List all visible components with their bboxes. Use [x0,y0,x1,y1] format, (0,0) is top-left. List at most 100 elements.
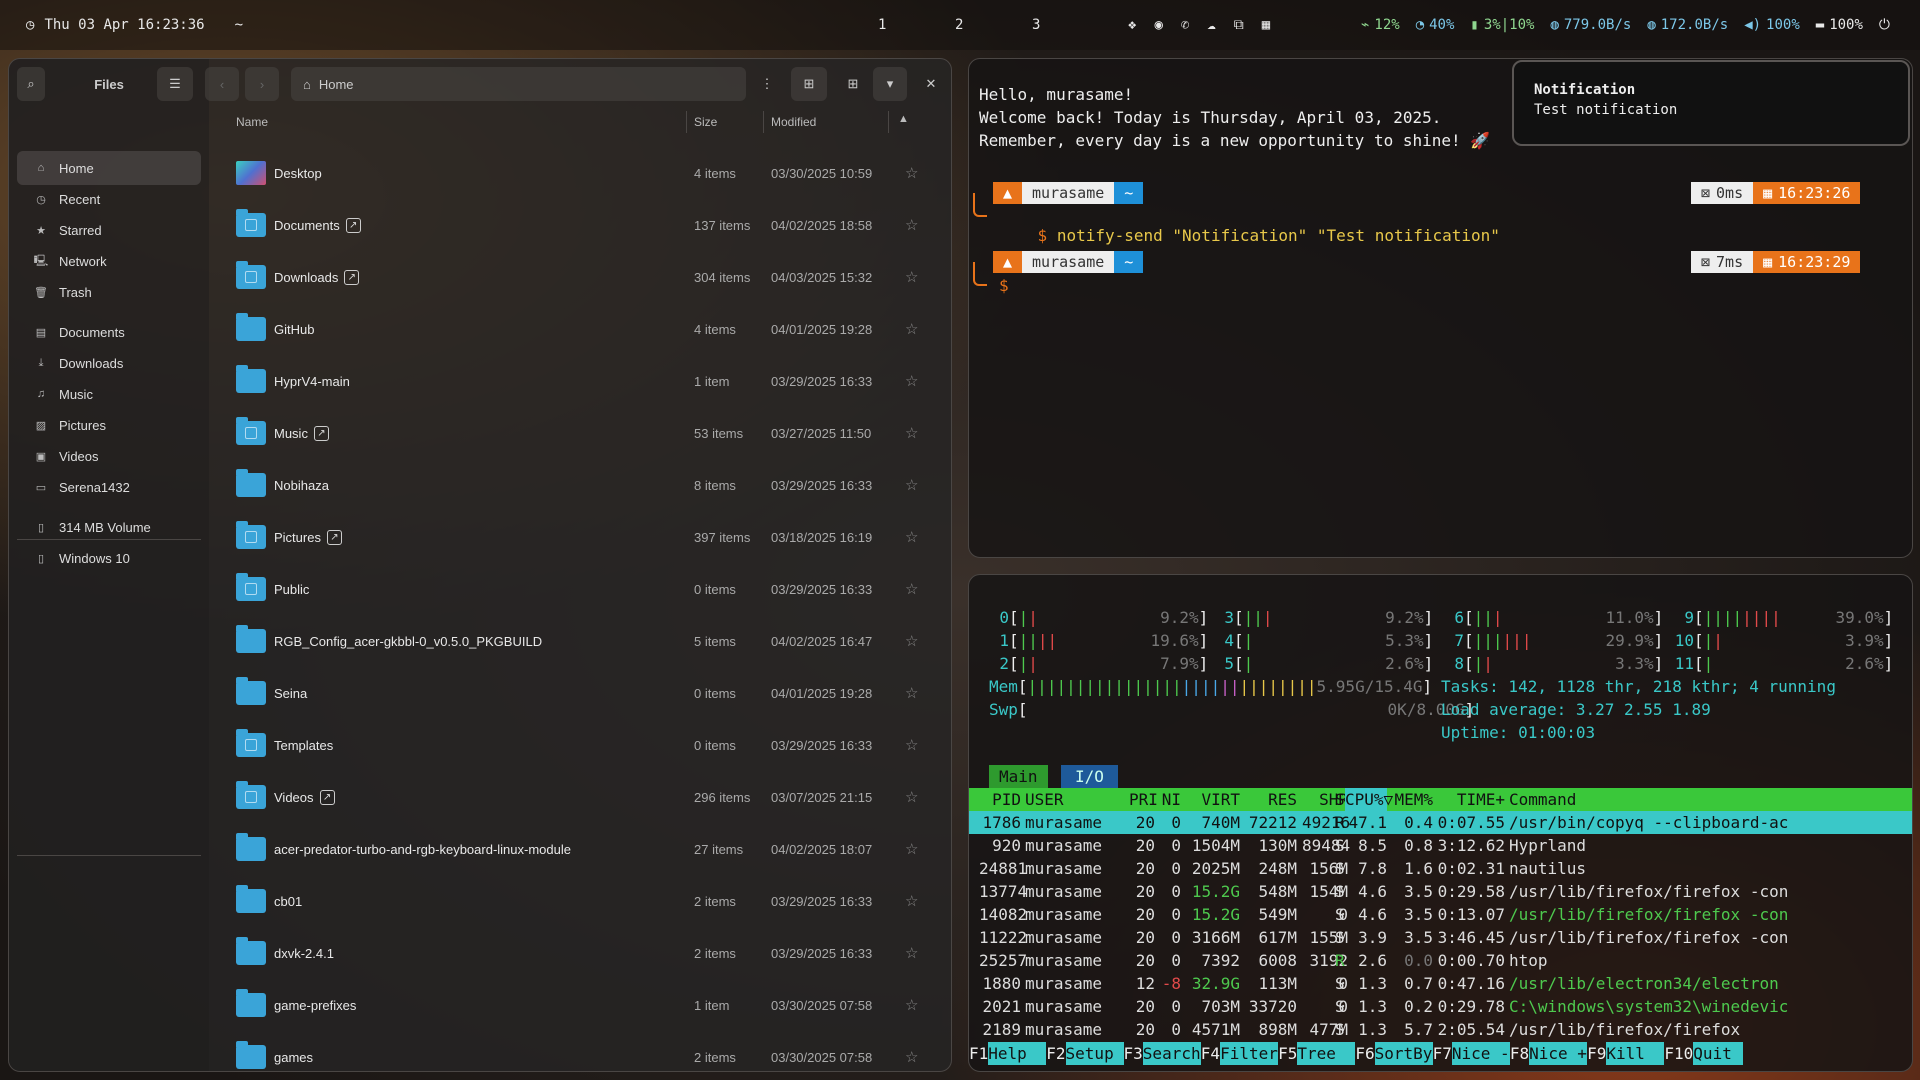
star-icon[interactable]: ☆ [905,736,918,754]
file-row[interactable]: Public 0 items 03/29/2025 16:33 ☆ [221,563,936,615]
sidebar-item-home[interactable]: ⌂ Home [17,151,201,185]
workspace-2[interactable]: 2 [955,17,963,33]
process-row[interactable]: 2021 murasame 20 0 703M 33720 0 S 1.3 0.2 0:29.78 C… [969,995,1912,1018]
file-row[interactable]: GitHub 4 items 04/01/2025 19:28 ☆ [221,303,936,355]
workspace-1[interactable]: 1 [878,17,886,33]
function-key[interactable]: F4 [1201,1044,1220,1063]
star-icon[interactable]: ☆ [905,996,918,1014]
function-key[interactable]: F7 [1433,1044,1452,1063]
notification-popup[interactable]: Notification Test notification [1512,60,1910,146]
column-header-cell[interactable]: MEM% [1389,788,1433,811]
file-row[interactable]: Documents ↗ 137 items 04/02/2025 18:58 ☆ [221,199,936,251]
sidebar-item-windows-10[interactable]: ▯ Windows 10 [17,541,201,575]
process-header[interactable]: PID USER PRI NI VIRT RES SHR S CPU%▽ MEM% TIME+ Com… [969,788,1912,811]
star-icon[interactable]: ☆ [905,528,918,546]
view-toggle-button[interactable]: ⊞ [835,67,871,101]
location-bar[interactable]: ⌂ Home [291,67,746,101]
sidebar-item-trash[interactable]: 🗑 Trash [17,275,201,309]
file-row[interactable]: cb01 2 items 03/29/2025 16:33 ☆ [221,875,936,927]
column-name[interactable]: Name [236,115,268,129]
column-header-cell[interactable]: VIRT [1184,788,1240,811]
sidebar-item-serena1432[interactable]: ▭ Serena1432 [17,470,201,504]
forward-button[interactable]: › [245,67,279,101]
tab-io[interactable]: I/O [1061,765,1118,788]
file-row[interactable]: Music ↗ 53 items 03/27/2025 11:50 ☆ [221,407,936,459]
function-key[interactable]: F10 [1664,1044,1693,1063]
sidebar-item-pictures[interactable]: ▨ Pictures [17,408,201,442]
star-icon[interactable]: ☆ [905,424,918,442]
star-icon[interactable]: ☆ [905,892,918,910]
star-icon[interactable]: ☆ [905,476,918,494]
star-icon[interactable]: ☆ [905,216,918,234]
process-row[interactable]: 14082 murasame 20 0 15.2G 549M 0 S 4.6 3.5 0:13.07… [969,903,1912,926]
clipboard-tray-icon[interactable]: ⧉ [1234,17,1244,33]
app-tray-icon[interactable]: ❖ [1128,17,1136,33]
column-header-cell[interactable]: PID [979,788,1021,811]
column-modified[interactable]: Modified [771,115,816,129]
calendar-tray-icon[interactable]: ▦ [1262,17,1270,33]
file-row[interactable]: Templates 0 items 03/29/2025 16:33 ☆ [221,719,936,771]
sidebar-item-network[interactable]: 🖳 Network [17,244,201,278]
file-row[interactable]: games 2 items 03/30/2025 07:58 ☆ [221,1031,936,1071]
file-row[interactable]: HyprV4-main 1 item 03/29/2025 16:33 ☆ [221,355,936,407]
column-header-cell[interactable]: Command [1509,788,1909,811]
cloud-tray-icon[interactable]: ☁ [1207,17,1215,33]
star-icon[interactable]: ☆ [905,268,918,286]
file-row[interactable]: Videos ↗ 296 items 03/07/2025 21:15 ☆ [221,771,936,823]
tab-main[interactable]: Main [989,765,1048,788]
file-row[interactable]: dxvk-2.4.1 2 items 03/29/2025 16:33 ☆ [221,927,936,979]
power-icon[interactable]: ⏻ [1879,17,1890,33]
star-icon[interactable]: ☆ [905,684,918,702]
process-row[interactable]: 2189 murasame 20 0 4571M 898M 477M S 1.3 5.7 2:05.… [969,1018,1912,1041]
search-button[interactable]: ⌕ [17,67,45,101]
process-row[interactable]: 25257 murasame 20 0 7392 6008 3192 R 2.6 0.0 0:00.… [969,949,1912,972]
file-row[interactable]: Downloads ↗ 304 items 04/03/2025 15:32 ☆ [221,251,936,303]
new-folder-button[interactable]: ⊞ [791,67,827,101]
file-row[interactable]: Nobihaza 8 items 03/29/2025 16:33 ☆ [221,459,936,511]
star-icon[interactable]: ☆ [905,840,918,858]
chat-tray-icon[interactable]: ◉ [1154,17,1162,33]
column-size[interactable]: Size [694,115,717,129]
star-icon[interactable]: ☆ [905,164,918,182]
menu-button[interactable]: ☰ [157,67,193,101]
file-row[interactable]: RGB_Config_acer-gkbbl-0_v0.5.0_PKGBUILD 5… [221,615,936,667]
phone-tray-icon[interactable]: ✆ [1181,17,1189,33]
function-key[interactable]: F3 [1124,1044,1143,1063]
function-key[interactable]: F5 [1278,1044,1297,1063]
sidebar-item-downloads[interactable]: ⤓ Downloads [17,346,201,380]
star-icon[interactable]: ☆ [905,1048,918,1066]
column-header-cell[interactable]: CPU%▽ [1345,788,1393,811]
volume-stat[interactable]: ◀) 100% [1744,17,1800,33]
sidebar-item-music[interactable]: ♫ Music [17,377,201,411]
more-options-button[interactable]: ⋮ [754,67,780,101]
star-icon[interactable]: ☆ [905,372,918,390]
process-row[interactable]: 11222 murasame 20 0 3166M 617M 155M S 3.9 3.5 3:46… [969,926,1912,949]
sidebar-item-documents[interactable]: ▤ Documents [17,315,201,349]
sidebar-item-videos[interactable]: ▣ Videos [17,439,201,473]
column-header-cell[interactable]: RES [1245,788,1297,811]
process-row[interactable]: 1786 murasame 20 0 740M 72212 49216 R 47.1 0.4 0:0… [969,811,1912,834]
process-row[interactable]: 24881 murasame 20 0 2025M 248M 156M S 7.8 1.6 0:02… [969,857,1912,880]
file-row[interactable]: game-prefixes 1 item 03/30/2025 07:58 ☆ [221,979,936,1031]
star-icon[interactable]: ☆ [905,944,918,962]
star-icon[interactable]: ☆ [905,580,918,598]
column-header-cell[interactable]: NI [1161,788,1181,811]
clock[interactable]: ◷ Thu 03 Apr 16:23:36 ~ [26,17,243,33]
column-header-cell[interactable]: USER [1025,788,1125,811]
htop-window[interactable]: 0[|| 9.2%] 1[|||| 19.6%] 2[|| 7.9%] 3[||| 9.2%]… [968,574,1913,1072]
function-key[interactable]: F9 [1587,1044,1606,1063]
view-options-button[interactable]: ▾ [873,67,907,101]
close-button[interactable]: ✕ [917,67,945,101]
function-key[interactable]: F2 [1046,1044,1065,1063]
function-key[interactable]: F1 [969,1044,988,1063]
star-icon[interactable]: ☆ [905,788,918,806]
star-icon[interactable]: ☆ [905,320,918,338]
process-row[interactable]: 13774 murasame 20 0 15.2G 548M 154M S 4.6 3.5 0:29… [969,880,1912,903]
sidebar-item-recent[interactable]: ◷ Recent [17,182,201,216]
column-header-cell[interactable]: TIME+ [1435,788,1505,811]
file-row[interactable]: acer-predator-turbo-and-rgb-keyboard-lin… [221,823,936,875]
star-icon[interactable]: ☆ [905,632,918,650]
back-button[interactable]: ‹ [205,67,239,101]
process-row[interactable]: 1880 murasame 12 -8 32.9G 113M 0 S 1.3 0.7 0:47.16… [969,972,1912,995]
function-key[interactable]: F8 [1510,1044,1529,1063]
